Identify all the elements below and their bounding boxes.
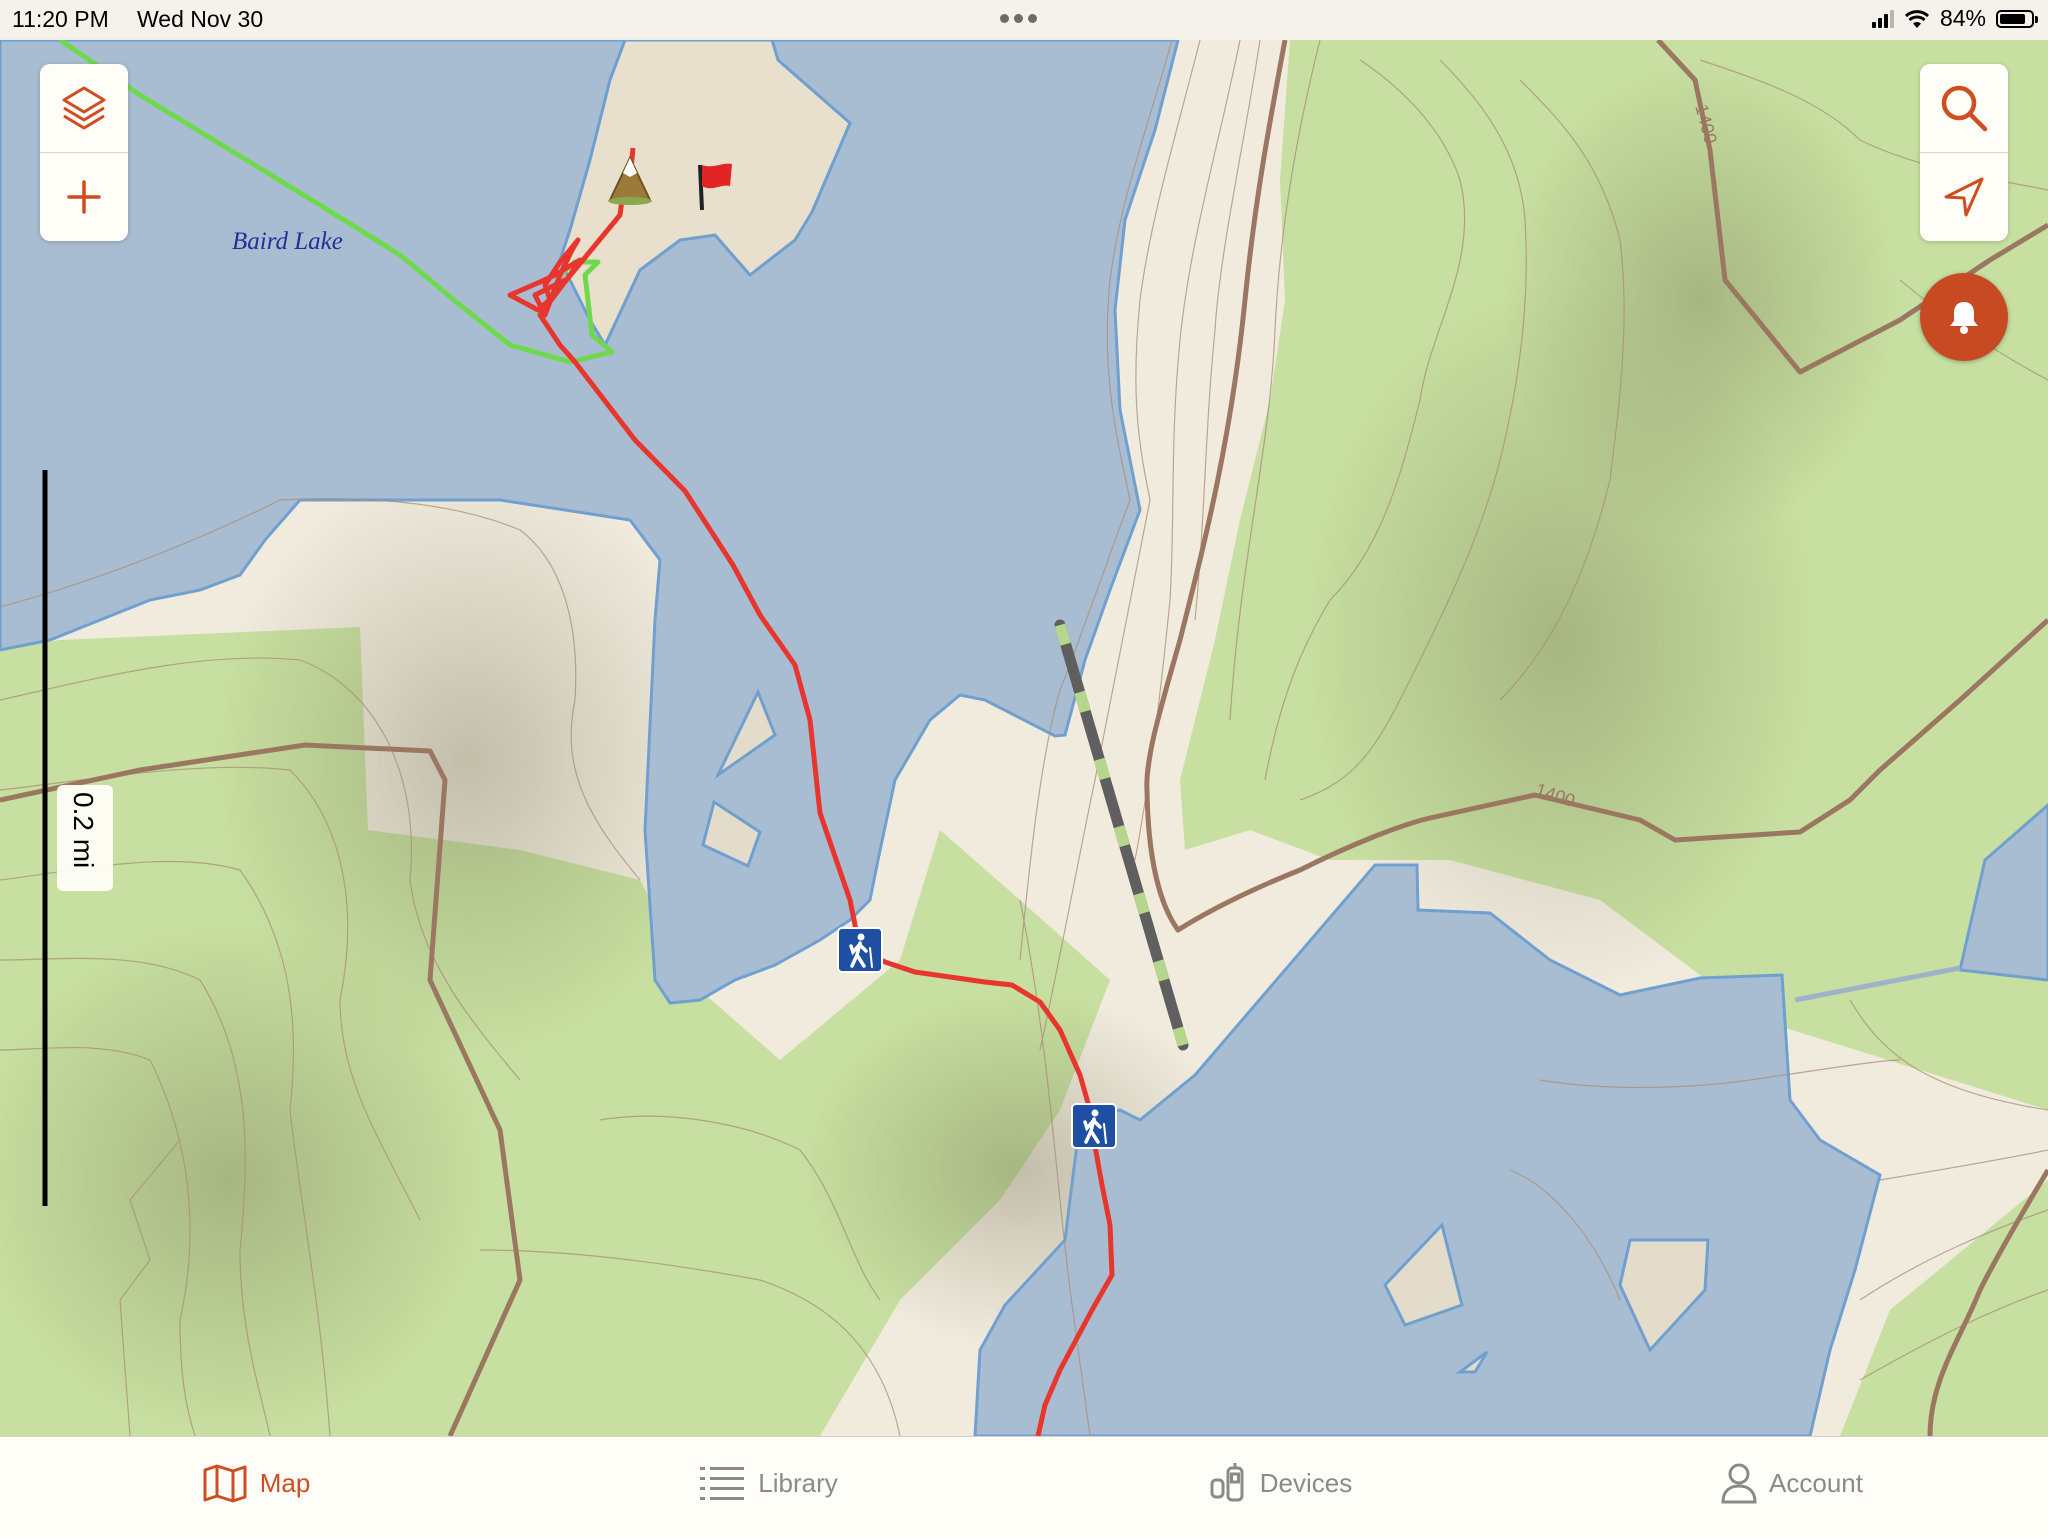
map-controls-left: [40, 64, 128, 241]
tab-map-label: Map: [259, 1467, 311, 1498]
trailhead-marker-1[interactable]: [837, 927, 883, 973]
add-button[interactable]: [40, 152, 128, 241]
status-time: 11:20 PM: [12, 6, 109, 32]
person-icon: [1721, 1463, 1757, 1504]
status-date: Wed Nov 30: [137, 6, 264, 32]
tab-map[interactable]: Map: [0, 1429, 512, 1537]
tab-library[interactable]: Library: [512, 1429, 1024, 1537]
status-bar: 11:20 PM Wed Nov 30 84%: [0, 0, 2048, 40]
multitasking-dots[interactable]: [1000, 14, 1037, 23]
search-icon: [1941, 85, 1988, 132]
tab-account-label: Account: [1769, 1467, 1863, 1498]
tab-devices-label: Devices: [1259, 1467, 1353, 1498]
plus-icon: [67, 180, 101, 214]
list-icon: [700, 1467, 745, 1500]
tab-devices[interactable]: Devices: [1024, 1429, 1536, 1537]
tab-account[interactable]: Account: [1536, 1429, 2048, 1537]
tab-library-label: Library: [758, 1467, 838, 1498]
layers-button[interactable]: [40, 64, 128, 152]
cellular-signal-icon: [1871, 9, 1894, 28]
tab-bar: Map Library Devices Account: [0, 1436, 2048, 1537]
devices-icon: [1210, 1463, 1244, 1502]
trailhead-marker-2[interactable]: [1071, 1103, 1117, 1149]
navigation-arrow-icon: [1944, 177, 1984, 217]
battery-icon: [1996, 9, 2038, 28]
map-icon: [203, 1464, 247, 1503]
map-controls-right: [1920, 64, 2008, 241]
lake-label: Baird Lake: [232, 228, 343, 255]
layers-icon: [62, 86, 106, 130]
locate-button[interactable]: [1920, 152, 2008, 241]
bell-icon: [1950, 302, 1978, 334]
wifi-icon: [1904, 9, 1929, 28]
search-button[interactable]: [1920, 64, 2008, 152]
scale-label: 0.2 mi: [68, 792, 99, 868]
alert-button[interactable]: [1920, 273, 2008, 361]
battery-percent: 84%: [1939, 5, 1986, 31]
map-canvas[interactable]: 1400 1400 Baird Lake 0.2 mi: [0, 0, 2048, 1536]
